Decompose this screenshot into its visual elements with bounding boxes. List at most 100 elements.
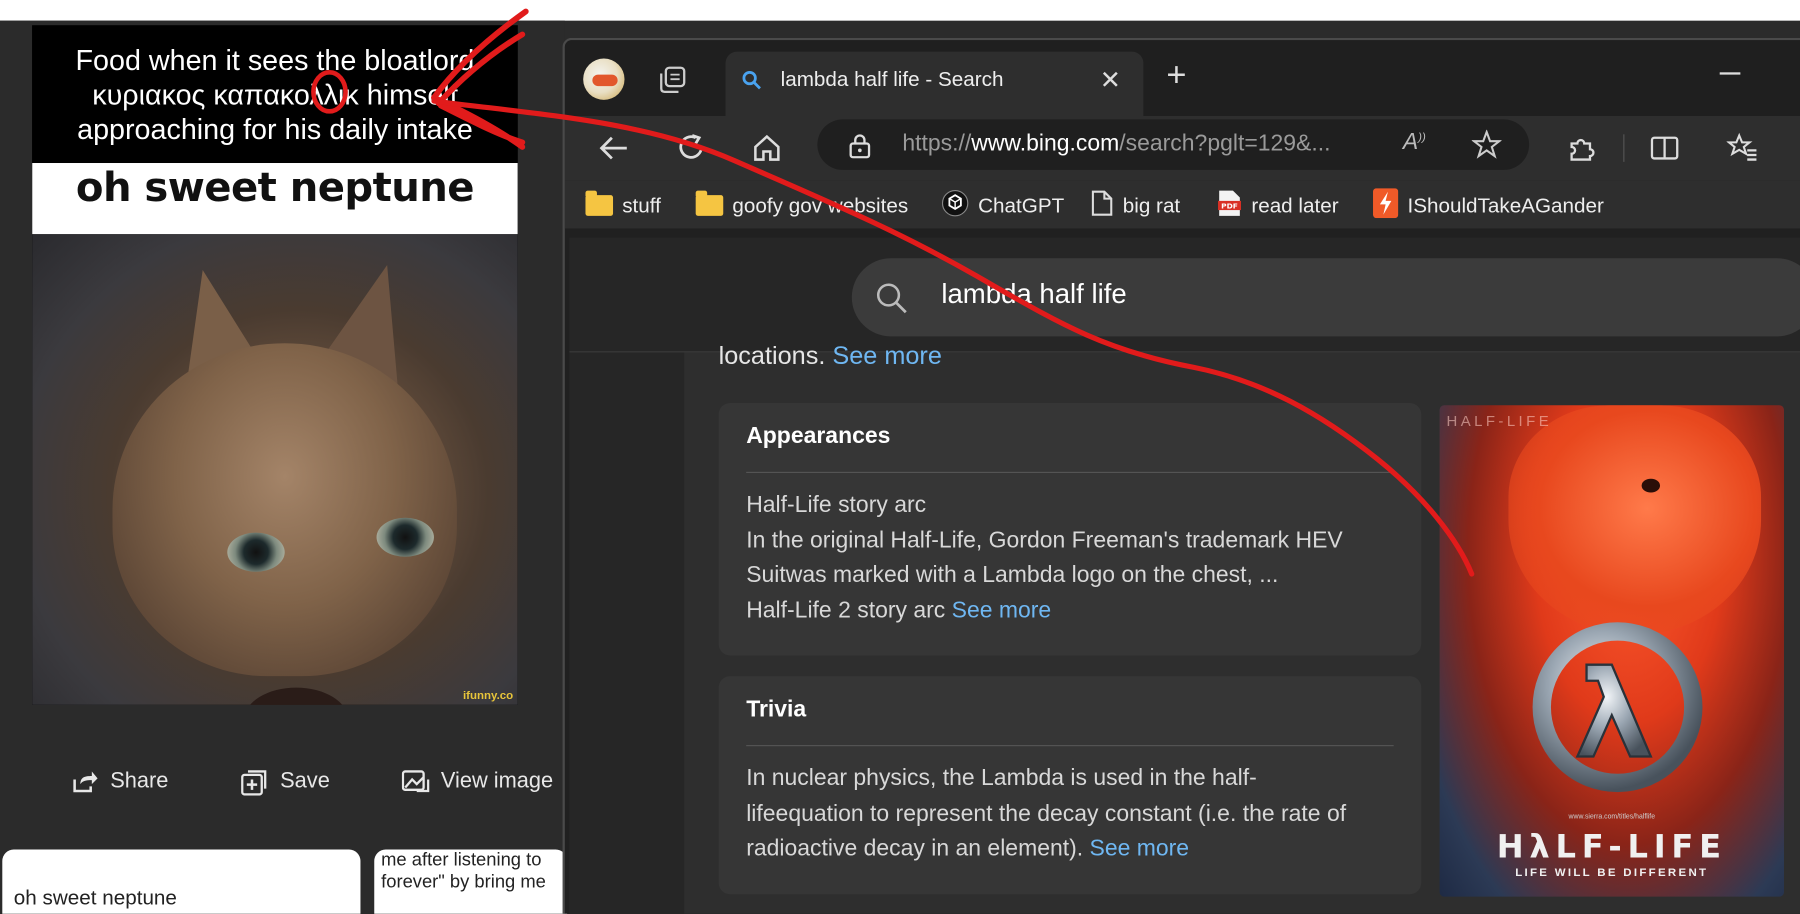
related-card-text: me after listening to bbox=[381, 850, 542, 871]
watermark: ifunny.co bbox=[462, 689, 514, 703]
url-text[interactable]: https://www.bing.com/search?pglt=129&... bbox=[902, 131, 1330, 157]
trivia-line: radioactive decay in an element). bbox=[746, 835, 1084, 861]
avatar-detail bbox=[592, 74, 618, 87]
favorite-item[interactable]: IShouldTakeAGander bbox=[1373, 187, 1604, 224]
trivia-heading: Trivia bbox=[746, 696, 807, 723]
bolt-icon bbox=[1373, 187, 1399, 224]
url-prefix: https:// bbox=[902, 130, 972, 157]
image-viewer: Food when it sees the bloatlord κυριακος… bbox=[0, 20, 568, 914]
folder-icon bbox=[585, 190, 614, 216]
favorite-item[interactable]: ChatGPT bbox=[941, 189, 1064, 221]
bing-page: lambda half life locations. See more App… bbox=[569, 237, 1800, 914]
poster-face bbox=[1508, 405, 1762, 635]
tab-bing-search[interactable]: lambda half life - Search ✕ bbox=[725, 51, 1144, 119]
trivia-text: In nuclear physics, the Lambda is used i… bbox=[746, 761, 1346, 866]
browser-window: lambda half life - Search ✕ + https://ww… bbox=[562, 37, 1800, 914]
toolbar-divider bbox=[1623, 134, 1625, 162]
favorite-star-icon[interactable] bbox=[1470, 129, 1503, 166]
appearances-card: Appearances Half-Life story arc In the o… bbox=[718, 402, 1422, 656]
appearances-heading: Appearances bbox=[746, 423, 891, 449]
favorite-label: ChatGPT bbox=[978, 193, 1065, 217]
favorite-item[interactable]: big rat bbox=[1091, 189, 1181, 222]
poster-url: www.sierra.com/titles/halflife bbox=[1568, 813, 1656, 821]
favorite-item[interactable]: stuff bbox=[585, 189, 661, 221]
poster-eye bbox=[1641, 478, 1661, 493]
cat-eye bbox=[227, 532, 285, 572]
minimize-button[interactable] bbox=[1719, 72, 1741, 75]
meme-image[interactable]: Food when it sees the bloatlord κυριακος… bbox=[32, 25, 518, 705]
share-icon bbox=[71, 768, 99, 796]
read-aloud-icon[interactable]: A)) bbox=[1403, 130, 1426, 156]
pdf-icon: PDF bbox=[1217, 188, 1242, 224]
image-actions: Share Save View image bbox=[0, 765, 565, 799]
tab-title: lambda half life - Search bbox=[780, 67, 1004, 91]
home-icon[interactable] bbox=[751, 132, 783, 164]
url-path: /search?pglt=129&... bbox=[1119, 130, 1331, 157]
tab-bar: lambda half life - Search ✕ + bbox=[564, 40, 1800, 119]
top-strip bbox=[0, 0, 1800, 21]
page-icon bbox=[1091, 189, 1114, 222]
see-more-link[interactable]: See more bbox=[952, 598, 1052, 623]
see-more-link[interactable]: See more bbox=[832, 341, 942, 370]
related-image-card[interactable]: oh sweet neptune bbox=[2, 849, 361, 914]
extensions-icon[interactable] bbox=[1566, 132, 1598, 164]
related-card-text: oh sweet neptune bbox=[13, 886, 177, 910]
lambda-logo-icon bbox=[1532, 622, 1703, 793]
toolbar: https://www.bing.com/search?pglt=129&...… bbox=[564, 115, 1800, 181]
favorites-bar: stuff goofy gov websites ChatGPT big rat bbox=[564, 180, 1800, 229]
trivia-line: In nuclear physics, the Lambda is used i… bbox=[746, 765, 1257, 791]
meme-caption-line: approaching for his daily intake bbox=[77, 113, 473, 146]
search-icon bbox=[742, 70, 763, 91]
view-image-button[interactable]: View image bbox=[401, 765, 553, 799]
close-tab-icon[interactable]: ✕ bbox=[1100, 65, 1121, 95]
chatgpt-icon bbox=[941, 189, 969, 222]
see-more-link[interactable]: See more bbox=[1090, 836, 1190, 861]
search-query[interactable]: lambda half life bbox=[941, 279, 1126, 311]
lock-icon[interactable] bbox=[847, 133, 872, 164]
related-card-text: forever" by bring me bbox=[381, 872, 546, 892]
favorite-item[interactable]: goofy gov websites bbox=[695, 189, 908, 221]
poster-top-text: HALF-LIFE bbox=[1446, 412, 1553, 430]
refresh-icon[interactable] bbox=[675, 132, 707, 164]
search-icon bbox=[875, 281, 909, 321]
knowledge-panel: locations. See more Appearances Half-Lif… bbox=[684, 341, 1800, 914]
back-icon[interactable] bbox=[597, 132, 629, 164]
split-screen-icon[interactable] bbox=[1649, 132, 1681, 164]
poster-title: HλLF-LIFE bbox=[1496, 827, 1727, 866]
cat-face bbox=[112, 343, 457, 705]
locations-text: locations. See more bbox=[719, 341, 942, 371]
divider bbox=[746, 471, 1394, 473]
appearances-line: Half-Life story arc bbox=[746, 492, 927, 518]
address-bar[interactable]: https://www.bing.com/search?pglt=129&...… bbox=[817, 119, 1530, 170]
trivia-card: Trivia In nuclear physics, the Lambda is… bbox=[718, 676, 1422, 895]
favorite-label: IShouldTakeAGander bbox=[1407, 193, 1604, 217]
favorite-item[interactable]: PDF read later bbox=[1217, 189, 1339, 221]
divider bbox=[746, 745, 1394, 747]
meme-caption-line: κυριακος καπακολλικ himself bbox=[92, 79, 458, 112]
favorite-label: read later bbox=[1251, 193, 1339, 217]
favorite-label: big rat bbox=[1122, 193, 1181, 217]
cat-eye bbox=[376, 517, 434, 557]
appearances-line: Suitwas marked with a Lambda logo on the… bbox=[746, 562, 1279, 588]
appearances-line: Half-Life 2 story arc bbox=[746, 597, 946, 623]
profile-avatar[interactable] bbox=[583, 58, 625, 100]
svg-text:PDF: PDF bbox=[1221, 201, 1238, 210]
locations-label: locations. bbox=[718, 340, 826, 370]
search-box[interactable]: lambda half life bbox=[851, 258, 1800, 337]
meme-caption-line: Food when it sees the bloatlord bbox=[75, 44, 475, 77]
favorite-label: stuff bbox=[622, 193, 661, 217]
half-life-poster[interactable]: HALF-LIFE www.sierra.com/titles/halflife… bbox=[1439, 405, 1784, 897]
save-button[interactable]: Save bbox=[241, 765, 330, 799]
left-rail bbox=[569, 352, 685, 914]
share-label: Share bbox=[110, 769, 169, 794]
tab-actions-icon[interactable] bbox=[657, 65, 689, 95]
poster-tagline: LIFE WILL BE DIFFERENT bbox=[1515, 866, 1709, 880]
related-image-card[interactable]: me after listening to forever" by bring … bbox=[374, 849, 568, 914]
share-button[interactable]: Share bbox=[71, 765, 168, 799]
new-tab-button[interactable]: + bbox=[1166, 58, 1186, 93]
meme-caption: Food when it sees the bloatlord κυριακος… bbox=[32, 25, 518, 164]
add-collection-icon bbox=[241, 768, 269, 796]
favorites-icon[interactable] bbox=[1726, 132, 1759, 164]
cat-mouth bbox=[244, 687, 348, 705]
image-icon bbox=[401, 768, 430, 796]
